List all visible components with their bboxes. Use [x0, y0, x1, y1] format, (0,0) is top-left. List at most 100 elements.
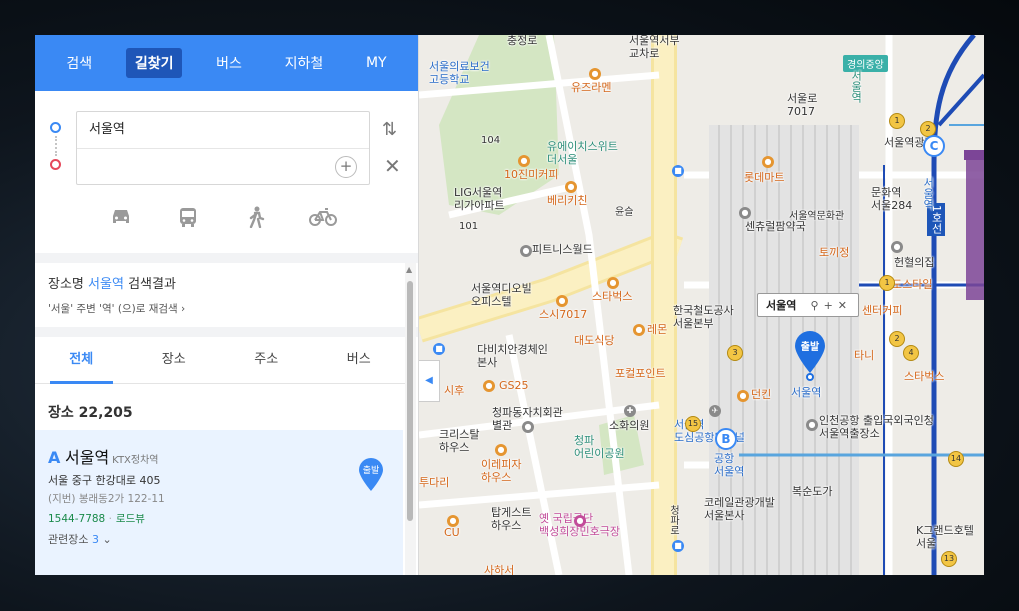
- store-icon[interactable]: ●: [483, 380, 495, 392]
- map-label[interactable]: 스시7017: [539, 308, 587, 322]
- tab-all[interactable]: 전체: [35, 337, 128, 384]
- map-label[interactable]: 코레일관광개발 서울본사: [704, 496, 775, 522]
- theater-icon[interactable]: ●: [574, 515, 586, 527]
- map-label[interactable]: 서울역: [921, 177, 935, 210]
- map-label[interactable]: 토끼정: [819, 246, 849, 260]
- exit-number[interactable]: 1: [879, 275, 895, 291]
- map-label[interactable]: 서울역문화관: [789, 211, 844, 223]
- map-label[interactable]: 소화의원: [609, 419, 649, 433]
- walk-icon[interactable]: [242, 203, 270, 231]
- exit-number[interactable]: 15: [685, 416, 701, 432]
- bike-icon[interactable]: [308, 203, 337, 231]
- place-popup[interactable]: 서울역 ⚲+✕: [757, 293, 859, 317]
- plus-icon[interactable]: +: [824, 299, 838, 312]
- exit-number[interactable]: 4: [903, 345, 919, 361]
- map-label[interactable]: K그랜드호텔 서울: [916, 524, 974, 550]
- map-label[interactable]: 스타벅스: [592, 290, 632, 304]
- map-label[interactable]: 청파 어린이공원: [574, 434, 625, 460]
- tab-place[interactable]: 장소: [128, 337, 221, 383]
- restaurant-icon[interactable]: ●: [633, 324, 645, 336]
- map-label[interactable]: 탑게스트 하우스: [491, 506, 531, 532]
- store-icon[interactable]: ●: [447, 515, 459, 527]
- map-label[interactable]: 유즈라멘: [571, 81, 611, 95]
- map-label[interactable]: 서울역: [791, 386, 821, 400]
- exit-number[interactable]: 1: [889, 113, 905, 129]
- building-icon[interactable]: ●: [520, 245, 532, 257]
- office-icon[interactable]: ●: [806, 419, 818, 431]
- tab-address[interactable]: 주소: [220, 337, 313, 383]
- map-label[interactable]: 대도식당: [574, 334, 614, 348]
- building-icon[interactable]: ●: [522, 421, 534, 433]
- mart-icon[interactable]: ●: [762, 156, 774, 168]
- exit-number[interactable]: 13: [941, 551, 957, 567]
- scroll-thumb[interactable]: [407, 281, 413, 521]
- map-label[interactable]: 인천공항 출입국외국인청 서울역출장소: [819, 414, 934, 440]
- map-label[interactable]: 공항 서울역: [714, 452, 744, 478]
- map-label[interactable]: 레몬: [647, 323, 667, 337]
- map-label[interactable]: 도스타일: [892, 278, 932, 292]
- map-label[interactable]: 스타벅스: [904, 370, 944, 384]
- car-icon[interactable]: [107, 203, 135, 231]
- result-item[interactable]: A 서울역 KTX정차역 서울 중구 한강대로 405 (지번) 봉래동2가 12…: [35, 430, 403, 575]
- map-label[interactable]: 피트니스월드: [532, 243, 593, 257]
- tab-bus-results[interactable]: 버스: [313, 337, 406, 383]
- set-start-pin[interactable]: 출발: [358, 458, 384, 495]
- pin-icon[interactable]: ⚲: [811, 299, 824, 312]
- map-label[interactable]: 사하서: [484, 564, 514, 575]
- pharmacy-icon[interactable]: ●: [739, 207, 751, 219]
- map-label[interactable]: 헌혈의집: [894, 256, 934, 270]
- add-waypoint-icon[interactable]: +: [335, 156, 357, 178]
- restaurant-icon[interactable]: ●: [589, 68, 601, 80]
- bus-stop-icon[interactable]: ■: [672, 165, 684, 177]
- map-label[interactable]: 포컬포인트: [615, 367, 666, 381]
- map-label[interactable]: 크리스탈 하우스: [439, 428, 479, 454]
- hospital-icon[interactable]: ✚: [624, 405, 636, 417]
- map-label[interactable]: 복순도가: [792, 485, 832, 499]
- map-label[interactable]: 센터커피: [862, 304, 902, 318]
- cafe-icon[interactable]: ●: [737, 390, 749, 402]
- map-label[interactable]: 문화역 서울284: [871, 186, 912, 212]
- cafe-icon[interactable]: ●: [607, 277, 619, 289]
- bus-stop-icon[interactable]: ■: [672, 540, 684, 552]
- map-label[interactable]: 서울역: [849, 70, 863, 103]
- map-view[interactable]: 서울의료보건 고등학교 유즈라멘 충정로 서울역서부 교차로 104 유에이치스위트…: [419, 35, 984, 575]
- map-label[interactable]: 서울역디오빌 오피스텔: [471, 282, 532, 308]
- map-label[interactable]: 10진미커피: [504, 168, 558, 182]
- restaurant-icon[interactable]: ●: [565, 181, 577, 193]
- exit-number[interactable]: 3: [727, 345, 743, 361]
- exit-number[interactable]: 2: [889, 331, 905, 347]
- map-label[interactable]: 서울의료보건 고등학교: [429, 60, 490, 86]
- scroll-up-icon[interactable]: ▲: [406, 265, 412, 274]
- start-input[interactable]: 서울역: [77, 112, 369, 149]
- map-label[interactable]: GS25: [499, 379, 529, 393]
- map-label[interactable]: 롯데마트: [744, 171, 784, 185]
- end-input[interactable]: [77, 149, 369, 185]
- map-label[interactable]: 서울로 7017: [787, 92, 817, 118]
- swap-icon[interactable]: ⇅: [382, 119, 397, 140]
- map-label[interactable]: CU: [444, 526, 460, 540]
- result-tel[interactable]: 1544-7788: [48, 513, 105, 525]
- restaurant-icon[interactable]: ●: [495, 444, 507, 456]
- bus-stop-icon[interactable]: ■: [433, 343, 445, 355]
- map-label[interactable]: 베리키친: [547, 194, 587, 208]
- related-places[interactable]: 관련장소 3 ⌄: [48, 531, 112, 547]
- restaurant-icon[interactable]: ●: [556, 295, 568, 307]
- cafe-icon[interactable]: ●: [518, 155, 530, 167]
- bus-icon[interactable]: [174, 203, 202, 231]
- map-label[interactable]: 시후: [444, 384, 464, 398]
- map-label[interactable]: 유에이치스위트 더서울: [547, 140, 618, 166]
- collapse-panel-button[interactable]: ◀: [419, 360, 440, 402]
- roadview-link[interactable]: 로드뷰: [116, 513, 145, 525]
- result-name[interactable]: 서울역 KTX정차역: [65, 444, 159, 468]
- map-label[interactable]: 센츄럴팜약국: [745, 220, 806, 234]
- station-badge-b[interactable]: B: [715, 428, 737, 450]
- airport-icon[interactable]: ✈: [709, 405, 721, 417]
- map-label[interactable]: 타니: [854, 349, 874, 363]
- map-label[interactable]: 다비치안경체인 본사: [477, 343, 548, 369]
- research-link[interactable]: '서울' 주변 '역' (으)로 재검색 ›: [48, 301, 185, 316]
- scrollbar[interactable]: ▲: [405, 263, 416, 575]
- summary-query[interactable]: 서울역: [88, 277, 124, 292]
- exit-number[interactable]: 14: [948, 451, 964, 467]
- map-label[interactable]: 투다리: [419, 476, 449, 490]
- station-badge-c[interactable]: C: [923, 135, 945, 157]
